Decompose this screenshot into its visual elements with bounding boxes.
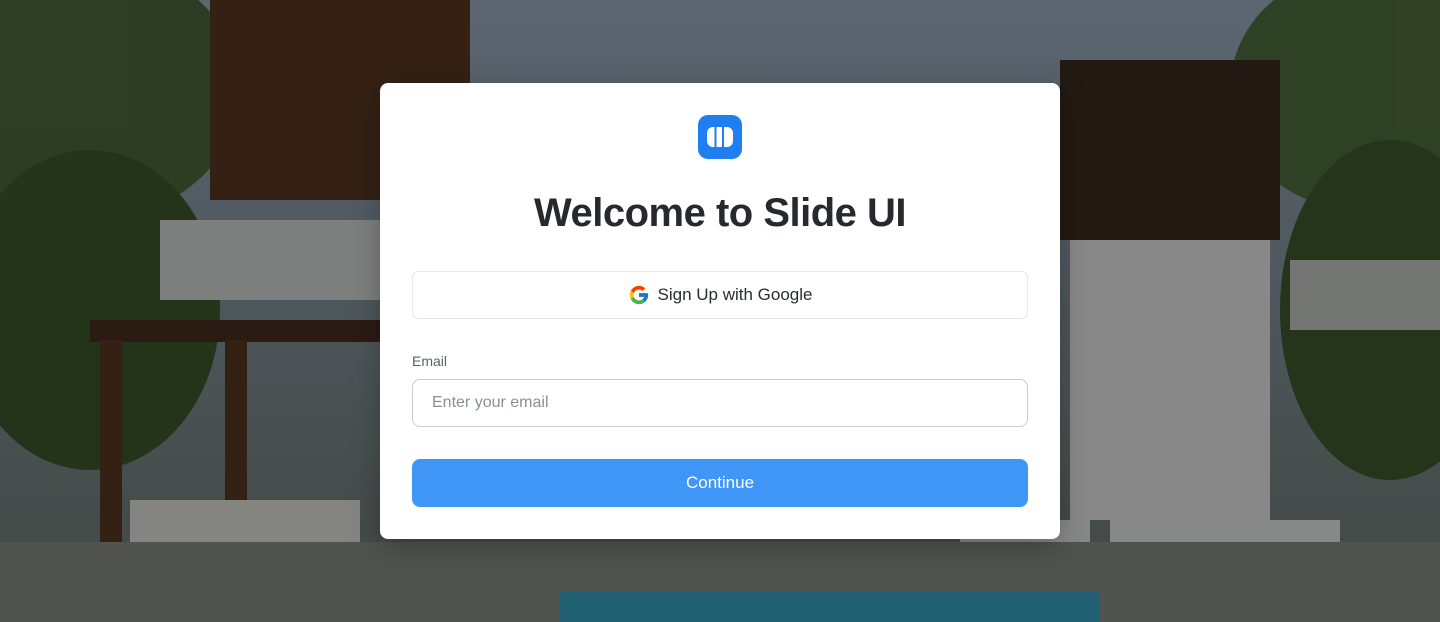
signup-card: Welcome to Slide UI Sign Up with Google …: [380, 83, 1060, 539]
page-title: Welcome to Slide UI: [533, 191, 907, 235]
email-label: Email: [412, 353, 448, 369]
slide-ui-logo-icon: [698, 115, 742, 159]
email-input[interactable]: [412, 379, 1028, 427]
google-signup-label: Sign Up with Google: [657, 285, 813, 304]
google-g-icon: [628, 284, 650, 306]
continue-button[interactable]: Continue: [412, 459, 1028, 507]
google-signup-button[interactable]: Sign Up with Google: [412, 271, 1028, 319]
